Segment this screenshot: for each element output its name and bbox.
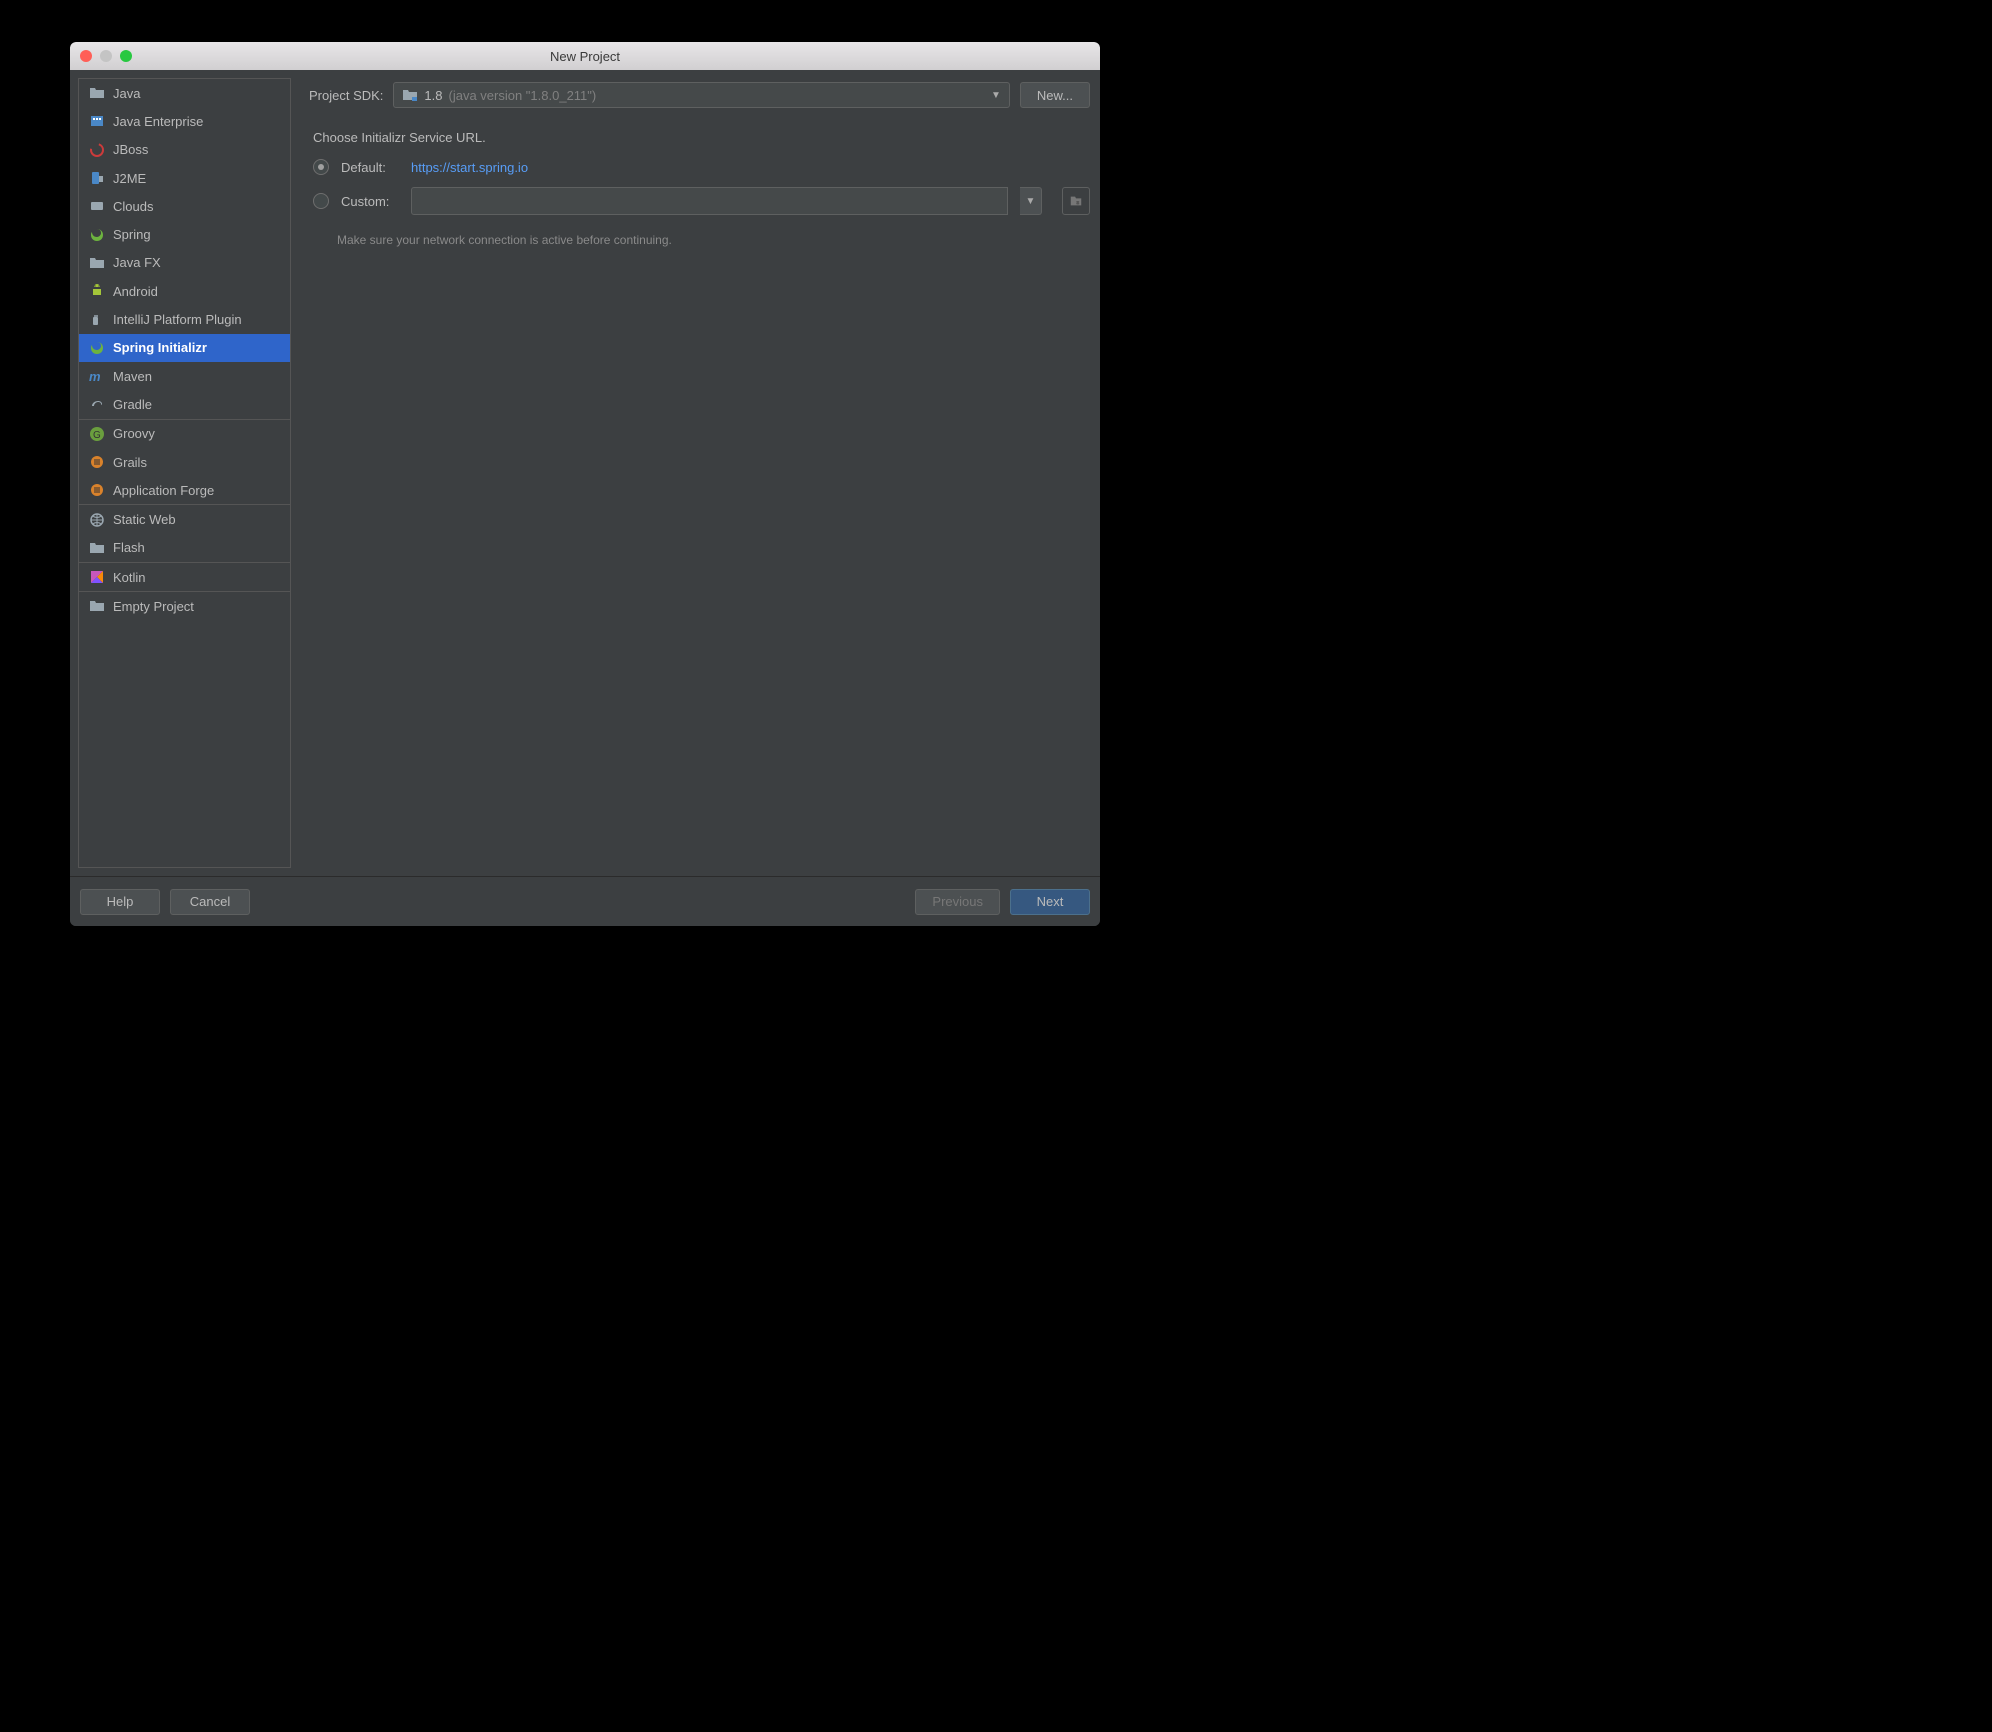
sidebar-item-spring-initializr[interactable]: Spring Initializr (79, 334, 290, 362)
clouds-icon (89, 198, 105, 214)
svg-text:G: G (93, 430, 101, 441)
j2me-icon (89, 170, 105, 186)
custom-label: Custom: (341, 194, 399, 209)
static-web-icon (89, 512, 105, 528)
sidebar-item-label: Java (113, 86, 140, 101)
sidebar-item-label: Java Enterprise (113, 114, 203, 129)
sdk-dropdown[interactable]: 1.8 (java version "1.8.0_211") ▼ (393, 82, 1009, 108)
sidebar-item-java[interactable]: Java (79, 79, 290, 107)
sidebar-item-label: Groovy (113, 426, 155, 441)
default-radio[interactable] (313, 159, 329, 175)
chevron-down-icon: ▼ (991, 90, 1001, 101)
sidebar-item-label: Flash (113, 540, 145, 555)
network-hint: Make sure your network connection is act… (337, 233, 1090, 247)
empty-icon (89, 598, 105, 614)
sidebar-item-jboss[interactable]: JBoss (79, 136, 290, 164)
sidebar-item-intellij-plugin[interactable]: IntelliJ Platform Plugin (79, 305, 290, 333)
spring-icon (89, 227, 105, 243)
sidebar-item-label: JBoss (113, 142, 148, 157)
sidebar-item-flash[interactable]: Flash (79, 534, 290, 562)
sidebar-item-empty[interactable]: Empty Project (79, 592, 290, 620)
sidebar-item-spring[interactable]: Spring (79, 220, 290, 248)
help-button[interactable]: Help (80, 889, 160, 915)
folder-settings-icon (1069, 194, 1083, 208)
sidebar-item-java-enterprise[interactable]: Java Enterprise (79, 107, 290, 135)
maven-icon: m (89, 368, 105, 384)
settings-icon-button[interactable] (1062, 187, 1090, 215)
project-type-sidebar: Java Java Enterprise JBoss J2ME Clouds Spring… (78, 78, 291, 868)
spring-initializr-icon (89, 340, 105, 356)
sidebar-item-kotlin[interactable]: Kotlin (79, 563, 290, 591)
java-icon (89, 85, 105, 101)
sidebar-item-static-web[interactable]: Static Web (79, 505, 290, 533)
sdk-row: Project SDK: 1.8 (java version "1.8.0_21… (309, 82, 1090, 108)
sdk-detail: (java version "1.8.0_211") (449, 88, 597, 103)
sidebar-item-label: Android (113, 284, 158, 299)
sidebar-item-label: Grails (113, 455, 147, 470)
sidebar-item-maven[interactable]: m Maven (79, 362, 290, 390)
sidebar-item-grails[interactable]: Grails (79, 448, 290, 476)
default-url-row: Default: https://start.spring.io (309, 159, 1090, 175)
android-icon (89, 283, 105, 299)
sidebar-item-groovy[interactable]: G Groovy (79, 420, 290, 448)
custom-url-dropdown-button[interactable]: ▼ (1020, 187, 1042, 215)
sidebar-item-label: J2ME (113, 171, 146, 186)
chevron-down-icon: ▼ (1026, 196, 1036, 207)
sidebar-item-label: IntelliJ Platform Plugin (113, 312, 242, 327)
custom-url-input[interactable] (411, 187, 1008, 215)
custom-radio[interactable] (313, 193, 329, 209)
sidebar-item-javafx[interactable]: Java FX (79, 249, 290, 277)
dialog-content: Java Java Enterprise JBoss J2ME Clouds Spring… (70, 70, 1100, 876)
sidebar-item-clouds[interactable]: Clouds (79, 192, 290, 220)
sidebar-item-label: Spring (113, 227, 151, 242)
dialog-footer: Help Cancel Previous Next (70, 876, 1100, 926)
kotlin-icon (89, 569, 105, 585)
sidebar-item-label: Spring Initializr (113, 340, 207, 355)
section-title: Choose Initializr Service URL. (313, 130, 1090, 145)
javafx-icon (89, 255, 105, 271)
sidebar-item-label: Gradle (113, 397, 152, 412)
folder-icon (402, 87, 418, 103)
sidebar-item-label: Clouds (113, 199, 153, 214)
sdk-version: 1.8 (424, 88, 442, 103)
cancel-button[interactable]: Cancel (170, 889, 250, 915)
sidebar-item-label: Java FX (113, 255, 161, 270)
intellij-plugin-icon (89, 312, 105, 328)
window-title: New Project (70, 49, 1100, 64)
new-sdk-button[interactable]: New... (1020, 82, 1090, 108)
jboss-icon (89, 142, 105, 158)
sdk-label: Project SDK: (309, 88, 383, 103)
groovy-icon: G (89, 426, 105, 442)
sidebar-item-app-forge[interactable]: Application Forge (79, 476, 290, 504)
sidebar-item-label: Application Forge (113, 483, 214, 498)
sidebar-item-label: Maven (113, 369, 152, 384)
svg-text:m: m (89, 369, 101, 384)
sidebar-item-j2me[interactable]: J2ME (79, 164, 290, 192)
default-label: Default: (341, 160, 399, 175)
sidebar-item-label: Static Web (113, 512, 176, 527)
default-url-link[interactable]: https://start.spring.io (411, 160, 528, 175)
sidebar-item-label: Kotlin (113, 570, 146, 585)
main-panel: Project SDK: 1.8 (java version "1.8.0_21… (291, 70, 1100, 876)
sidebar-item-label: Empty Project (113, 599, 194, 614)
new-project-dialog: New Project Java Java Enterprise JBoss J2ME… (70, 42, 1100, 926)
next-button[interactable]: Next (1010, 889, 1090, 915)
previous-button[interactable]: Previous (915, 889, 1000, 915)
app-forge-icon (89, 482, 105, 498)
flash-icon (89, 540, 105, 556)
sidebar-item-gradle[interactable]: Gradle (79, 390, 290, 418)
java-enterprise-icon (89, 113, 105, 129)
gradle-icon (89, 396, 105, 412)
titlebar: New Project (70, 42, 1100, 70)
sidebar-item-android[interactable]: Android (79, 277, 290, 305)
custom-url-row: Custom: ▼ (309, 187, 1090, 215)
grails-icon (89, 454, 105, 470)
